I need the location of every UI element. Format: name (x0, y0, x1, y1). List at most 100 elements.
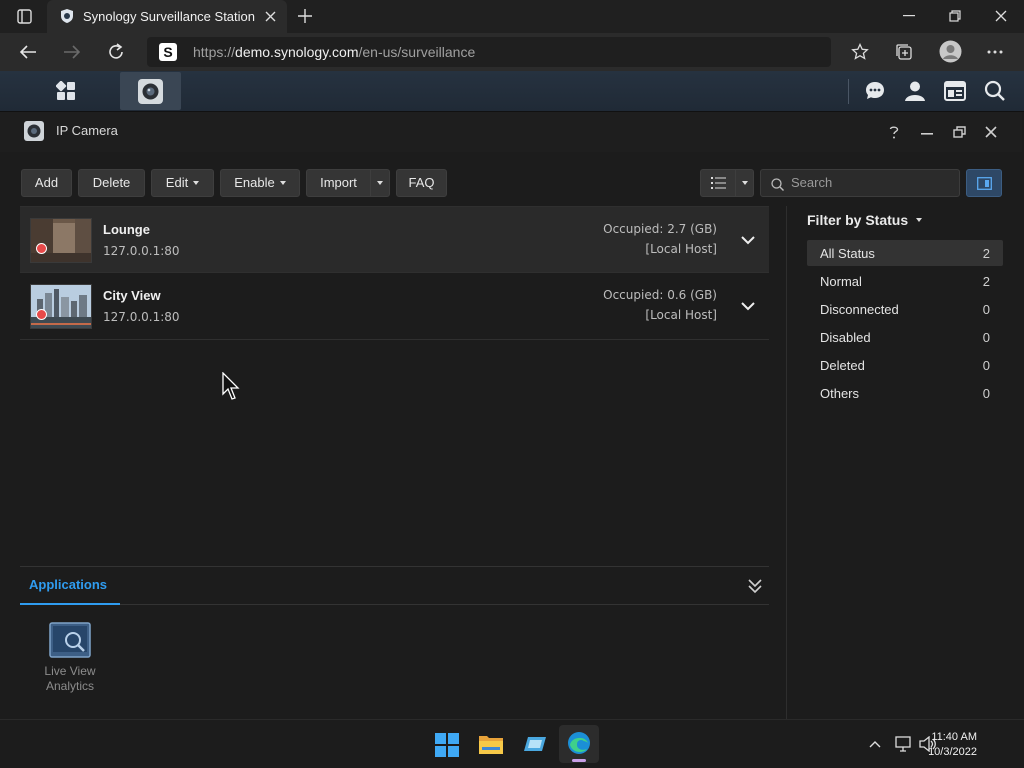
filter-item-others[interactable]: Others 0 (807, 380, 1003, 406)
show-hidden-icons-chevron-icon[interactable] (869, 740, 881, 748)
filter-count: 0 (982, 358, 990, 373)
user-icon[interactable] (904, 80, 926, 102)
edge-browser-icon (568, 732, 590, 754)
forward-icon[interactable] (63, 44, 81, 60)
url-text: https://demo.synology.com/en-us/surveill… (193, 44, 476, 60)
close-window-icon[interactable] (995, 10, 1007, 22)
camera-thumbnail (30, 284, 92, 329)
window-close-icon[interactable] (985, 126, 997, 138)
back-icon[interactable] (19, 44, 37, 60)
minimize-icon[interactable] (903, 15, 915, 17)
side-panel-icon (977, 177, 992, 190)
windows-start-icon[interactable] (435, 733, 459, 757)
favorites-star-icon[interactable] (851, 43, 869, 61)
faq-button[interactable]: FAQ (396, 169, 447, 197)
chat-icon[interactable] (864, 80, 886, 102)
browser-tab[interactable]: Synology Surveillance Station - N (47, 0, 287, 33)
filter-panel: Filter by Status All Status 2 Normal 2 Dis… (786, 206, 1022, 719)
add-button[interactable]: Add (21, 169, 72, 197)
filter-label: Disconnected (820, 302, 899, 317)
filter-count: 0 (982, 386, 990, 401)
filter-label: Normal (820, 274, 862, 289)
system-clock[interactable]: 11:40 AM 10/3/2022 (928, 730, 977, 760)
camera-thumbnail (30, 218, 92, 263)
edit-label: Edit (165, 175, 189, 190)
search-icon (771, 178, 784, 191)
site-favicon-icon: S (159, 43, 177, 61)
edge-taskbar-button[interactable] (559, 725, 599, 763)
mouse-cursor-icon (222, 372, 240, 400)
camera-host: [Local Host] (645, 242, 717, 256)
browser-tab-bar: Synology Surveillance Station - N (0, 0, 1024, 33)
filter-heading-dropdown[interactable]: Filter by Status (807, 212, 923, 228)
app-live-view-analytics[interactable]: Live View Analytics (30, 622, 110, 694)
toggle-filter-panel-button[interactable] (966, 169, 1002, 197)
more-options-icon[interactable] (987, 50, 1003, 54)
search-input[interactable] (791, 175, 951, 190)
address-bar[interactable]: S https://demo.synology.com/en-us/survei… (147, 37, 831, 67)
dsm-taskbar (0, 71, 1024, 112)
network-icon[interactable] (895, 736, 913, 752)
filter-count: 2 (982, 274, 990, 289)
camera-row-city-view[interactable]: City View 127.0.0.1:80 Occupied: 0.6 (GB… (20, 273, 769, 340)
tab-title: Synology Surveillance Station - N (83, 9, 258, 24)
tab-applications[interactable]: Applications (29, 577, 107, 592)
filter-item-normal[interactable]: Normal 2 (807, 268, 1003, 294)
filter-count: 0 (982, 302, 990, 317)
filter-label: Disabled (820, 330, 871, 345)
filter-label: Deleted (820, 358, 865, 373)
caret-down-icon (916, 218, 923, 223)
windows-taskbar: 11:40 AM 10/3/2022 (0, 719, 1024, 768)
import-button[interactable]: Import (306, 169, 371, 197)
tab-actions-icon[interactable] (17, 9, 32, 24)
main-menu-icon[interactable] (56, 81, 76, 101)
enable-dropdown-button[interactable]: Enable (220, 169, 300, 197)
file-explorer-icon[interactable] (478, 733, 504, 755)
app-label-line2: Analytics (45, 679, 95, 693)
ip-camera-app-icon (138, 79, 163, 104)
active-tab-indicator (20, 603, 120, 605)
chevron-down-icon[interactable] (741, 233, 755, 247)
camera-host: [Local Host] (645, 308, 717, 322)
enable-label: Enable (234, 175, 275, 190)
delete-button[interactable]: Delete (78, 169, 145, 197)
help-icon[interactable] (889, 125, 899, 139)
camera-address: 127.0.0.1:80 (103, 244, 180, 258)
camera-row-lounge[interactable]: Lounge 127.0.0.1:80 Occupied: 2.7 (GB) [… (20, 206, 769, 273)
filter-item-deleted[interactable]: Deleted 0 (807, 352, 1003, 378)
widgets-icon[interactable] (944, 81, 966, 101)
camera-address: 127.0.0.1:80 (103, 310, 180, 324)
ip-camera-window: IP Camera Add Delete Edit Enable Import … (0, 112, 1022, 719)
edit-dropdown-button[interactable]: Edit (151, 169, 214, 197)
view-mode-menu-button[interactable] (735, 169, 754, 197)
caret-down-icon (377, 180, 383, 185)
camera-name: Lounge (103, 222, 150, 237)
collapse-chevrons-icon[interactable] (748, 578, 762, 594)
view-mode-button[interactable] (700, 169, 736, 197)
search-field[interactable] (760, 169, 960, 197)
restore-icon[interactable] (949, 10, 961, 22)
ip-camera-app-button[interactable] (120, 72, 181, 110)
window-titlebar: IP Camera (0, 112, 1022, 152)
profile-avatar-icon[interactable] (939, 40, 962, 63)
close-tab-icon[interactable] (265, 11, 276, 22)
chevron-down-icon[interactable] (741, 299, 755, 313)
dsm-search-icon[interactable] (984, 80, 1006, 102)
recording-status-dot (36, 243, 47, 254)
app-label-line1: Live View (44, 664, 96, 678)
import-menu-button[interactable] (370, 169, 390, 197)
caret-down-icon (741, 180, 748, 185)
window-minimize-icon[interactable] (921, 133, 933, 135)
remote-desktop-icon[interactable] (523, 734, 547, 754)
filter-label: All Status (820, 246, 875, 261)
filter-item-all-status[interactable]: All Status 2 (807, 240, 1003, 266)
collections-icon[interactable] (895, 43, 913, 61)
camera-storage: Occupied: 0.6 (GB) (603, 288, 717, 302)
new-tab-icon[interactable] (297, 8, 313, 24)
filter-item-disconnected[interactable]: Disconnected 0 (807, 296, 1003, 322)
list-view-icon (711, 177, 726, 189)
window-restore-icon[interactable] (953, 126, 966, 138)
browser-toolbar: S https://demo.synology.com/en-us/survei… (0, 33, 1024, 71)
filter-item-disabled[interactable]: Disabled 0 (807, 324, 1003, 350)
refresh-icon[interactable] (107, 43, 125, 61)
